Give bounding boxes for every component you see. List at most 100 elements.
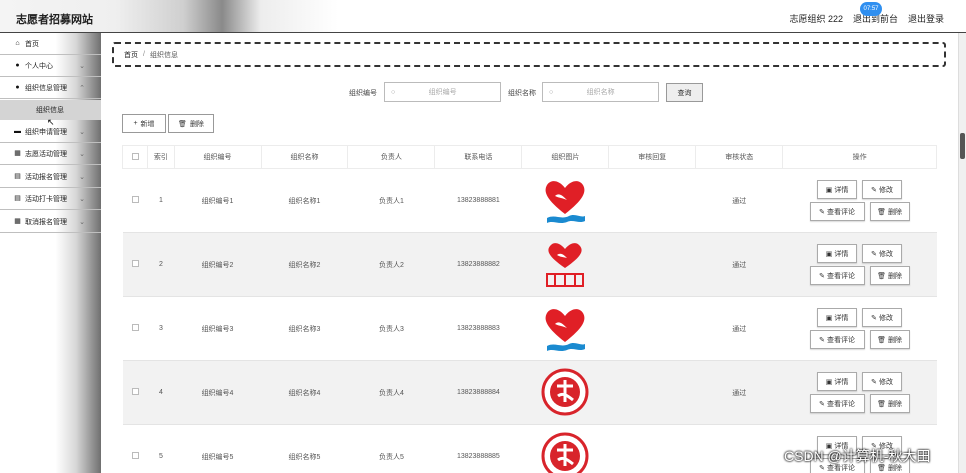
- view-comments-button[interactable]: ✎ 查看评论: [809, 394, 865, 413]
- row-delete-label: 删除: [888, 400, 903, 408]
- detail-button[interactable]: ▣ 详情: [817, 308, 858, 327]
- view-comments-button[interactable]: ✎ 查看评论: [809, 266, 865, 285]
- row-leader: 负责人1: [347, 168, 435, 233]
- view-comments-button[interactable]: ✎ 查看评论: [809, 330, 865, 349]
- row-index: 1: [147, 168, 175, 233]
- row-phone: 13823888881: [434, 168, 522, 233]
- heart-hand-text-logo: [541, 242, 589, 292]
- batch-delete-button[interactable]: 🗑 删除: [168, 114, 214, 133]
- row-checkbox[interactable]: [131, 388, 139, 395]
- breadcrumb-home[interactable]: 首页: [124, 50, 138, 60]
- row-review-status: 通过: [695, 296, 783, 361]
- heart-hand-logo: [541, 308, 589, 356]
- row-review-status: 通过: [695, 168, 783, 233]
- pencil-icon: ✎: [819, 272, 826, 280]
- grid-icon: ▦: [14, 150, 21, 157]
- sidebar-item-cancel[interactable]: ▦ 取消报名管理 ⌄: [0, 211, 101, 233]
- edit-button-label: 修改: [879, 250, 894, 258]
- table-icon: ▤: [14, 195, 21, 202]
- detail-button[interactable]: ▣ 详情: [817, 372, 858, 391]
- pencil-icon: ✎: [871, 186, 878, 194]
- edit-button[interactable]: ✎ 修改: [862, 244, 903, 263]
- home-icon: ⌂: [15, 40, 20, 47]
- row-actions: ▣ 详情 ✎ 修改 ✎ 查看评论 🗑 删除: [782, 232, 937, 297]
- logout-link[interactable]: 退出登录: [908, 12, 944, 25]
- row-delete-button[interactable]: 🗑 删除: [869, 330, 910, 349]
- sidebar-item-label: 组织信息管理: [25, 84, 67, 92]
- view-comments-label: 查看评论: [827, 272, 856, 280]
- row-select-cell[interactable]: [122, 424, 148, 473]
- chevron-down-icon: ⌄: [79, 218, 85, 226]
- scrollbar-thumb[interactable]: [960, 133, 965, 159]
- sidebar-item-org-info[interactable]: ● 组织信息管理 ⌃: [0, 77, 101, 99]
- view-comments-label: 查看评论: [827, 400, 856, 408]
- row-org-code: 组织编号5: [174, 424, 261, 473]
- breadcrumb-current: 组织信息: [149, 51, 178, 59]
- row-delete-label: 删除: [888, 208, 903, 216]
- pencil-icon: ✎: [871, 314, 878, 322]
- detail-button-label: 详情: [834, 378, 849, 386]
- row-checkbox[interactable]: [131, 452, 139, 459]
- trash-icon: 🗑: [877, 336, 887, 344]
- add-button-label: 新增: [140, 120, 155, 128]
- edit-button-label: 修改: [879, 314, 894, 322]
- site-title: 志愿者招募网站: [16, 14, 93, 26]
- sidebar-item-home[interactable]: ⌂ 首页: [0, 33, 101, 55]
- time-badge: 07:57: [860, 2, 882, 16]
- sidebar-item-checkin[interactable]: ▤ 活动打卡管理 ⌄: [0, 188, 101, 210]
- row-leader: 负责人2: [347, 232, 435, 297]
- row-select-cell[interactable]: [122, 232, 148, 297]
- query-button[interactable]: 查询: [666, 83, 703, 102]
- chevron-down-icon: ⌄: [79, 150, 85, 158]
- view-comments-button[interactable]: ✎ 查看评论: [809, 202, 865, 221]
- row-index: 5: [147, 424, 175, 473]
- row-checkbox[interactable]: [131, 324, 139, 331]
- row-org-name: 组织名称5: [261, 424, 348, 473]
- sidebar-item-label: 志愿活动管理: [25, 150, 67, 158]
- add-button[interactable]: + 新增: [122, 114, 166, 133]
- grid-icon: ▦: [14, 218, 21, 225]
- row-select-cell[interactable]: [122, 168, 148, 233]
- sidebar-item-label: 组织申请管理: [25, 128, 67, 136]
- sidebar-item-profile[interactable]: ● 个人中心 ⌄: [0, 55, 101, 77]
- edit-button-label: 修改: [879, 378, 894, 386]
- sidebar-item-signup[interactable]: ▤ 活动报名管理 ⌄: [0, 166, 101, 188]
- edit-button[interactable]: ✎ 修改: [862, 180, 903, 199]
- row-checkbox[interactable]: [131, 260, 139, 267]
- org-name-input[interactable]: ○ 组织名称: [542, 82, 659, 102]
- row-org-code: 组织编号1: [174, 168, 261, 233]
- org-code-input[interactable]: ○ 组织编号: [384, 82, 501, 102]
- edit-button[interactable]: ✎ 修改: [862, 372, 903, 391]
- sidebar-item-label: 取消报名管理: [25, 218, 67, 226]
- row-org-image: [521, 360, 609, 425]
- document-icon: ▣: [825, 378, 833, 386]
- row-index: 3: [147, 296, 175, 361]
- row-checkbox[interactable]: [131, 196, 139, 203]
- row-delete-button[interactable]: 🗑 删除: [869, 394, 910, 413]
- row-review-status: [695, 424, 783, 473]
- user-icon: ●: [15, 62, 20, 69]
- row-leader: 负责人5: [347, 424, 435, 473]
- column-header: 组织编号: [173, 145, 262, 169]
- table-row: 4 组织编号4 组织名称4 负责人4 13823888884 通过 ▣ 详情 ✎ 修改 ✎ 查看评论 🗑…: [122, 360, 937, 425]
- vertical-scrollbar[interactable]: [958, 33, 966, 473]
- edit-button[interactable]: ✎ 修改: [862, 308, 903, 327]
- search-icon: ○: [549, 88, 554, 96]
- org-name-label: 组织名称: [508, 90, 536, 97]
- row-select-cell[interactable]: [122, 360, 148, 425]
- row-delete-button[interactable]: 🗑 删除: [869, 202, 910, 221]
- select-all-checkbox[interactable]: [131, 152, 139, 160]
- select-all-cell[interactable]: [121, 145, 149, 169]
- breadcrumb: 首页 / 组织信息: [112, 42, 946, 67]
- table-row: 1 组织编号1 组织名称1 负责人1 13823888881 通过 ▣ 详情 ✎ 修改 ✎ 查看评论 🗑…: [122, 168, 937, 233]
- row-delete-button[interactable]: 🗑 删除: [869, 266, 910, 285]
- row-review-status: 通过: [695, 232, 783, 297]
- detail-button[interactable]: ▣ 详情: [817, 180, 858, 199]
- delete-button-label: 删除: [189, 120, 204, 128]
- row-select-cell[interactable]: [122, 296, 148, 361]
- sidebar-item-activities[interactable]: ▦ 志愿活动管理 ⌄: [0, 143, 101, 165]
- row-index: 4: [147, 360, 175, 425]
- detail-button[interactable]: ▣ 详情: [817, 244, 858, 263]
- sidebar-item-label: 活动报名管理: [25, 173, 67, 181]
- row-delete-label: 删除: [888, 272, 903, 280]
